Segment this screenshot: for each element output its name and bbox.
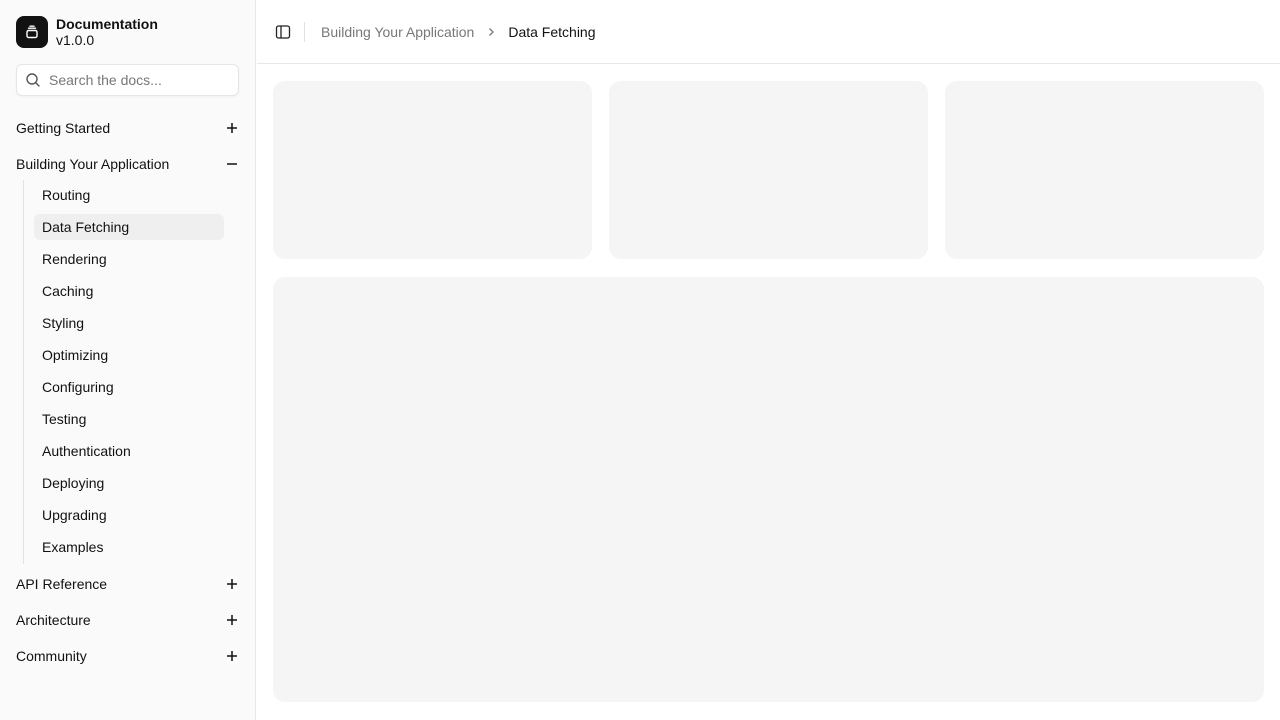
nav-group-label: Building Your Application bbox=[16, 156, 170, 172]
sub-nav-item-routing[interactable]: Routing bbox=[34, 182, 224, 208]
sub-nav-item-configuring[interactable]: Configuring bbox=[34, 374, 224, 400]
plus-icon[interactable] bbox=[224, 648, 240, 664]
sub-nav-item-deploying[interactable]: Deploying bbox=[34, 470, 224, 496]
sub-nav-list: Routing Data Fetching Rendering Caching … bbox=[23, 180, 231, 564]
sub-nav-item-data-fetching[interactable]: Data Fetching bbox=[34, 214, 224, 240]
minus-icon[interactable] bbox=[224, 156, 240, 172]
skeleton-content-block bbox=[273, 277, 1264, 702]
nav-group-architecture[interactable]: Architecture bbox=[8, 604, 248, 636]
skeleton-card-2 bbox=[609, 81, 928, 259]
chevron-right-icon bbox=[486, 27, 496, 37]
sub-nav-item-styling[interactable]: Styling bbox=[34, 310, 224, 336]
nav-group-getting-started[interactable]: Getting Started bbox=[8, 112, 248, 144]
search-input[interactable] bbox=[49, 72, 219, 88]
brand-text: Documentation v1.0.0 bbox=[56, 16, 158, 48]
plus-icon[interactable] bbox=[224, 612, 240, 628]
search-box[interactable] bbox=[16, 64, 239, 96]
top-bar: Building Your Application Data Fetching bbox=[257, 0, 1280, 64]
plus-icon[interactable] bbox=[224, 576, 240, 592]
brand[interactable]: Documentation v1.0.0 bbox=[16, 16, 158, 48]
sidebar: Documentation v1.0.0 Getting Started Bui… bbox=[0, 0, 256, 720]
sub-nav-item-testing[interactable]: Testing bbox=[34, 406, 224, 432]
sub-nav-item-upgrading[interactable]: Upgrading bbox=[34, 502, 224, 528]
search-icon bbox=[25, 72, 41, 88]
sub-nav-item-authentication[interactable]: Authentication bbox=[34, 438, 224, 464]
topbar-divider bbox=[304, 22, 305, 42]
nav-group-api-reference[interactable]: API Reference bbox=[8, 568, 248, 600]
plus-icon[interactable] bbox=[224, 120, 240, 136]
sub-nav-item-rendering[interactable]: Rendering bbox=[34, 246, 224, 272]
brand-version: v1.0.0 bbox=[56, 32, 95, 48]
breadcrumb-parent-link[interactable]: Building Your Application bbox=[321, 24, 474, 40]
sub-nav-item-caching[interactable]: Caching bbox=[34, 278, 224, 304]
skeleton-card-1 bbox=[273, 81, 592, 259]
breadcrumb: Building Your Application Data Fetching bbox=[321, 22, 596, 42]
nav-group-label: Architecture bbox=[16, 612, 91, 628]
nav-group-label: Community bbox=[16, 648, 87, 664]
nav-group-label: API Reference bbox=[16, 576, 108, 592]
sidebar-toggle-icon[interactable] bbox=[273, 22, 293, 42]
nav-group-community[interactable]: Community bbox=[8, 640, 248, 672]
sub-nav-item-optimizing[interactable]: Optimizing bbox=[34, 342, 224, 368]
breadcrumb-current: Data Fetching bbox=[508, 24, 596, 40]
nav-group-building-your-application[interactable]: Building Your Application bbox=[8, 148, 248, 180]
skeleton-card-3 bbox=[945, 81, 1264, 259]
brand-title: Documentation bbox=[56, 16, 158, 32]
sub-nav-item-examples[interactable]: Examples bbox=[34, 534, 224, 560]
nav-group-label: Getting Started bbox=[16, 120, 111, 136]
layers-icon bbox=[16, 16, 48, 48]
